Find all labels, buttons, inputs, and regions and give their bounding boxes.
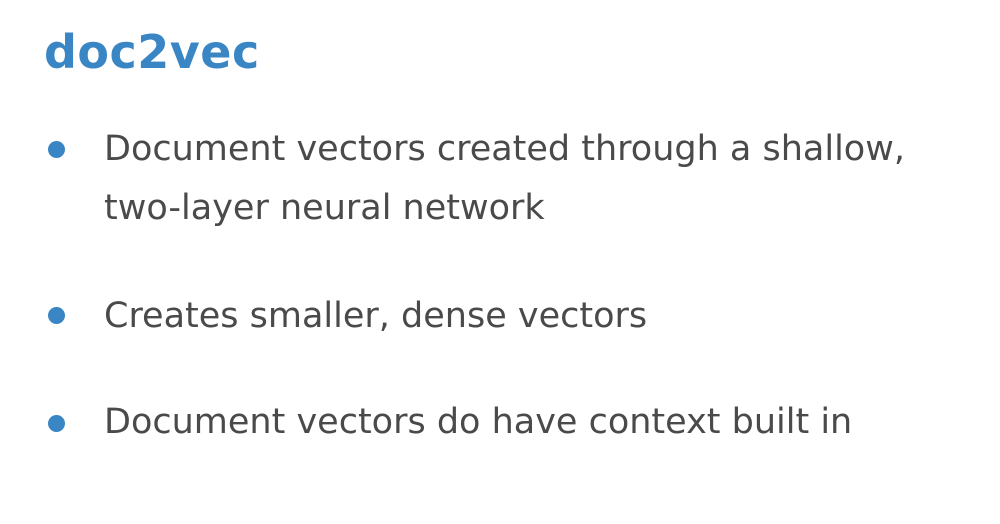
slide: doc2vec Document vectors created through… (0, 0, 1000, 524)
bullet-dot-icon (48, 307, 65, 324)
bullet-text: Document vectors created through a shall… (104, 129, 905, 228)
bullet-text: Creates smaller, dense vectors (104, 296, 648, 336)
bullet-dot-icon (48, 415, 65, 432)
bullet-dot-icon (48, 141, 65, 158)
bullet-text: Document vectors do have context built i… (104, 402, 853, 442)
bullet-list: Document vectors created through a shall… (0, 0, 1000, 524)
